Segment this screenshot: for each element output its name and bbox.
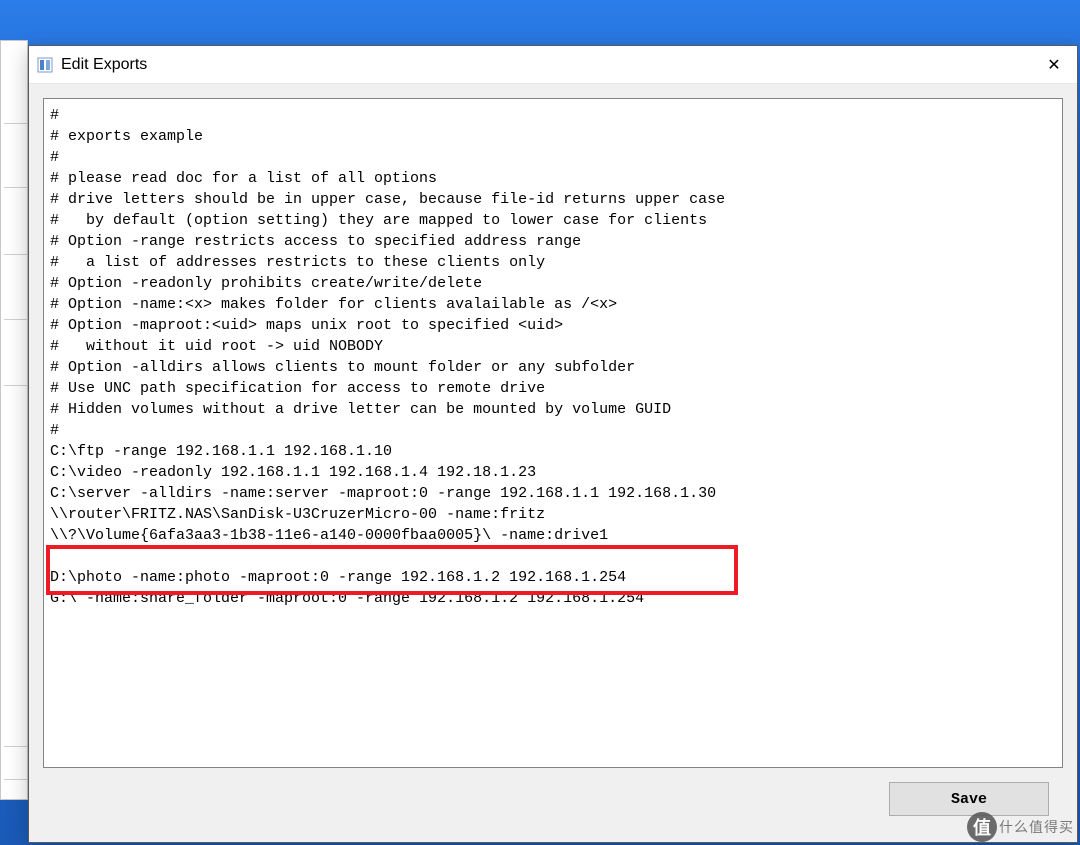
button-row: Save: [43, 768, 1063, 816]
exports-textarea[interactable]: [44, 99, 1062, 767]
titlebar: Edit Exports ✕: [29, 46, 1077, 84]
close-button[interactable]: ✕: [1031, 46, 1077, 84]
edit-exports-dialog: Edit Exports ✕ Save: [28, 45, 1078, 843]
save-button[interactable]: Save: [889, 782, 1049, 816]
close-icon: ✕: [1047, 55, 1060, 75]
app-icon: [37, 57, 53, 73]
dialog-content: Save: [29, 84, 1077, 842]
parent-window-edge: [0, 40, 28, 800]
exports-textarea-wrap: [43, 98, 1063, 768]
window-title: Edit Exports: [61, 56, 147, 74]
